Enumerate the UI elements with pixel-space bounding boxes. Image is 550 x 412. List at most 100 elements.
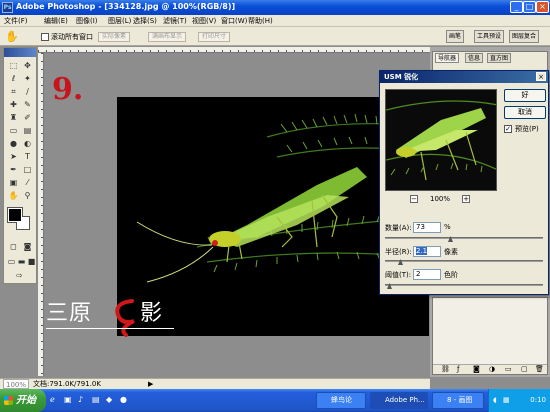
menu-window[interactable]: 窗口(W)	[221, 16, 247, 26]
healing-brush-tool-icon[interactable]: ✚	[8, 99, 19, 110]
radius-label: 半径(R):	[385, 248, 412, 256]
clone-stamp-tool-icon[interactable]: ♜	[8, 112, 19, 123]
layer-style-icon[interactable]: ƒ	[457, 365, 459, 373]
tab-navigator[interactable]: 导航器	[435, 53, 460, 63]
path-selection-tool-icon[interactable]: ➤	[8, 151, 19, 162]
task-browser-label: 蜂鸟论	[331, 396, 352, 404]
hand-tool-icon[interactable]: ✋	[8, 190, 19, 201]
menu-layer[interactable]: 图层(L)	[108, 16, 131, 26]
well-tab-brushes[interactable]: 画笔	[446, 30, 465, 43]
threshold-slider[interactable]	[385, 284, 543, 286]
well-tab-tool-presets[interactable]: 工具预设	[474, 30, 505, 43]
close-button[interactable]: ×	[536, 1, 549, 13]
photoshop-app-icon: Ps	[2, 2, 13, 13]
layer-mask-icon[interactable]: ◙	[473, 365, 480, 373]
brush-tool-icon[interactable]: ✎	[22, 99, 33, 110]
marquee-tool-icon[interactable]: ⬚	[8, 60, 19, 71]
menu-view[interactable]: 视图(V)	[192, 16, 216, 26]
amount-input[interactable]: 73	[413, 222, 441, 233]
dialog-close-button[interactable]: ×	[536, 72, 546, 81]
status-menu-arrow-icon[interactable]: ▶	[148, 379, 153, 389]
task-paint[interactable]: 8 - 画图	[432, 392, 484, 409]
eyedropper-tool-icon[interactable]: ⁄	[22, 177, 33, 188]
quicklaunch-folder-icon[interactable]: ▤	[92, 395, 100, 404]
ok-button[interactable]: 好	[504, 89, 546, 102]
notes-tool-icon[interactable]: ▣	[8, 177, 19, 188]
tray-network-icon[interactable]: ▦	[503, 389, 510, 412]
dodge-tool-icon[interactable]: ◐	[22, 138, 33, 149]
adjustment-layer-icon[interactable]: ◑	[489, 365, 495, 373]
cancel-button[interactable]: 取消	[504, 106, 546, 119]
menu-bar: 文件(F) 编辑(E) 图像(I) 图层(L) 选择(S) 滤镜(T) 视图(V…	[0, 15, 550, 27]
menu-edit[interactable]: 编辑(E)	[44, 16, 68, 26]
eraser-tool-icon[interactable]: ▭	[8, 125, 19, 136]
watermark: 三原 影	[46, 295, 176, 337]
menu-filter[interactable]: 滤镜(T)	[163, 16, 187, 26]
threshold-unit: 色阶	[444, 271, 458, 279]
preview-zoom-label: 100%	[430, 195, 451, 203]
preview-checkbox[interactable]: ✓	[504, 125, 512, 133]
quicklaunch-app-icon[interactable]: ●	[120, 395, 127, 404]
zoom-in-button[interactable]: +	[462, 195, 470, 203]
title-bar: Ps Adobe Photoshop - [334128.jpg @ 100%(…	[0, 0, 550, 15]
actual-pixels-button[interactable]: 实际像素	[98, 32, 131, 42]
minimize-button[interactable]: _	[510, 1, 523, 13]
amount-slider[interactable]	[385, 237, 543, 239]
magic-wand-tool-icon[interactable]: ✦	[22, 73, 33, 84]
preview-image	[386, 100, 496, 181]
quicklaunch-media-icon[interactable]: ♪	[78, 395, 83, 404]
tray-volume-icon[interactable]: ◖	[493, 389, 497, 412]
crop-tool-icon[interactable]: ⌗	[8, 86, 19, 97]
zoom-tool-icon[interactable]: ⚲	[22, 190, 33, 201]
layers-panel: ⛓ ƒ ◙ ◑ ▭ ▢ 🗑	[432, 297, 548, 375]
blur-tool-icon[interactable]: ●	[8, 138, 19, 149]
preview-window[interactable]	[385, 89, 497, 191]
watermark-text: 三原	[46, 301, 93, 326]
fit-screen-button[interactable]: 满画布显示	[148, 32, 187, 42]
menu-file[interactable]: 文件(F)	[4, 16, 28, 26]
system-tray: ◖ ▦ 0:10	[488, 389, 550, 412]
jump-to-imageready-icon[interactable]: ⇨	[14, 270, 25, 281]
type-tool-icon[interactable]: T	[22, 151, 33, 162]
menu-help[interactable]: 帮助(H)	[248, 16, 273, 26]
slice-tool-icon[interactable]: ∕	[22, 86, 33, 97]
radius-slider[interactable]	[385, 260, 543, 262]
menu-image[interactable]: 图像(I)	[76, 16, 98, 26]
task-browser[interactable]: 蜂鸟论	[316, 392, 366, 409]
taskbar: 开始 ℯ ▣ ♪ ▤ ◆ ● 蜂鸟论 Adobe Ph... 8 - 画图 ◖ …	[0, 389, 550, 412]
zoom-out-button[interactable]: −	[410, 195, 418, 203]
standard-mode-icon[interactable]: ◻	[8, 241, 19, 252]
gradient-tool-icon[interactable]: ▤	[22, 125, 33, 136]
quicklaunch-ie-icon[interactable]: ℯ	[50, 395, 55, 404]
maximize-button[interactable]: □	[523, 1, 536, 13]
status-zoom[interactable]: 100%	[3, 379, 29, 389]
screen-mode-full-icon[interactable]: ■	[26, 256, 37, 267]
threshold-input[interactable]: 2	[413, 269, 441, 280]
shape-tool-icon[interactable]: □	[22, 164, 33, 175]
lasso-tool-icon[interactable]: ℓ	[8, 73, 19, 84]
delete-layer-icon[interactable]: 🗑	[535, 365, 544, 373]
new-layer-icon[interactable]: ▢	[521, 365, 528, 373]
link-layers-icon[interactable]: ⛓	[441, 365, 450, 373]
print-size-button[interactable]: 打印尺寸	[198, 32, 231, 42]
pen-tool-icon[interactable]: ✒	[8, 164, 19, 175]
history-brush-tool-icon[interactable]: ✐	[22, 112, 33, 123]
quick-mask-mode-icon[interactable]: ◙	[22, 241, 33, 252]
tab-histogram[interactable]: 直方图	[487, 53, 512, 63]
quicklaunch-desktop-icon[interactable]: ▣	[64, 395, 72, 404]
well-tab-layer-comps[interactable]: 图层复合	[509, 30, 540, 43]
start-button[interactable]: 开始	[0, 389, 46, 412]
new-group-icon[interactable]: ▭	[505, 365, 512, 373]
scroll-all-windows-checkbox[interactable]	[41, 33, 49, 41]
foreground-color-top[interactable]	[8, 208, 22, 222]
move-tool-icon[interactable]: ✥	[22, 60, 33, 71]
menu-select[interactable]: 选择(S)	[133, 16, 157, 26]
quicklaunch-photoshop-icon[interactable]: ◆	[106, 395, 112, 404]
status-bar: 100% 文档:791.0K/791.0K ▶	[0, 378, 430, 389]
task-photoshop[interactable]: Adobe Ph...	[370, 392, 428, 409]
usm-sharpen-dialog: USM 锐化 × − 100% + 好 取消 ✓ 预览(P) 数量(A): 73…	[379, 70, 549, 295]
task-paint-label: 8 - 画图	[447, 396, 473, 404]
radius-input[interactable]: 2.1	[413, 246, 441, 257]
hand-tool-preset-icon[interactable]: ✋	[5, 30, 19, 43]
tab-info[interactable]: 信息	[465, 53, 484, 63]
